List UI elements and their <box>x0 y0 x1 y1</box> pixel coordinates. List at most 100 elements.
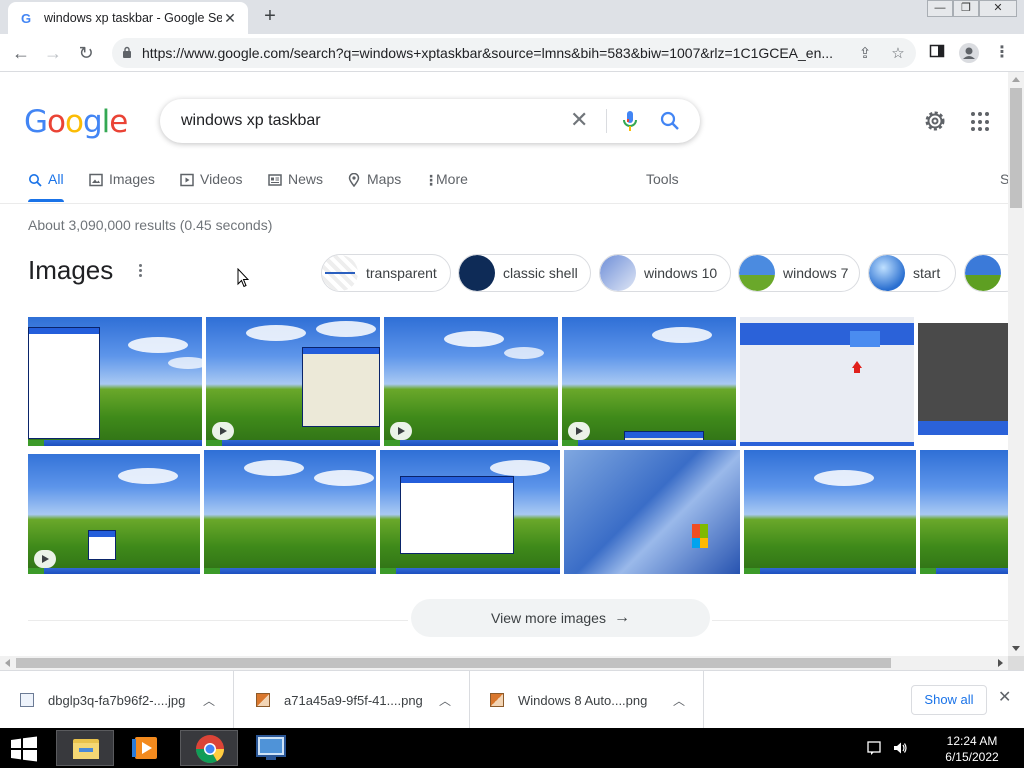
search-icon[interactable] <box>660 111 680 131</box>
video-result[interactable] <box>28 450 200 574</box>
tab-all[interactable]: All <box>28 171 64 201</box>
tab-more[interactable]: ⋮ More <box>424 171 468 201</box>
image-result[interactable] <box>28 317 202 446</box>
google-favicon-icon: G <box>20 10 32 26</box>
chip-label: start <box>913 265 941 281</box>
media-player-taskbar-icon[interactable] <box>118 730 176 766</box>
chip-windows-10[interactable]: windows 10 <box>599 254 731 292</box>
tab-label: Images <box>109 171 155 187</box>
side-panel-icon[interactable] <box>927 43 947 63</box>
download-filename: Windows 8 Auto....png <box>518 692 648 708</box>
tab-title: windows xp taskbar - Google Sea <box>44 11 222 25</box>
profile-avatar-icon[interactable] <box>959 43 979 63</box>
file-explorer-taskbar-icon[interactable] <box>56 730 114 766</box>
tab-close-icon[interactable]: ✕ <box>222 10 238 26</box>
image-result[interactable] <box>918 317 1008 446</box>
image-file-icon <box>20 693 34 707</box>
minimize-button[interactable]: — <box>927 0 953 17</box>
chip-thumbnail <box>600 255 636 291</box>
close-downloads-icon[interactable]: ✕ <box>998 690 1011 706</box>
video-result[interactable] <box>206 317 380 446</box>
reload-icon[interactable]: ↻ <box>75 42 97 64</box>
back-arrow-icon[interactable]: ← <box>10 42 32 64</box>
tools-label: Tools <box>646 171 679 187</box>
tab-label: Videos <box>200 171 243 187</box>
tab-label: More <box>436 171 468 187</box>
image-result[interactable] <box>204 450 376 574</box>
show-all-downloads-button[interactable]: Show all <box>911 685 987 715</box>
chip-start[interactable]: start <box>868 254 956 292</box>
vertical-scrollbar[interactable] <box>1008 72 1024 656</box>
tab-images[interactable]: Images <box>89 171 155 201</box>
mouse-cursor-icon <box>237 268 249 288</box>
download-item[interactable]: Windows 8 Auto....png ︿ <box>470 671 704 729</box>
download-filename: a71a45a9-9f5f-41....png <box>284 692 423 708</box>
maximize-button[interactable]: ❐ <box>953 0 979 17</box>
windows-start-icon[interactable] <box>10 736 38 762</box>
image-result[interactable] <box>740 317 914 446</box>
download-item[interactable]: dbglp3q-fa7b96f2-....jpg ︿ <box>0 671 234 729</box>
google-logo[interactable]: Google <box>24 104 128 140</box>
safesearch-button[interactable]: S <box>1000 171 1008 201</box>
tab-maps[interactable]: Maps <box>347 171 401 201</box>
new-tab-button[interactable]: + <box>258 6 282 28</box>
chip-transparent[interactable]: transparent <box>321 254 451 292</box>
download-item[interactable]: a71a45a9-9f5f-41....png ︿ <box>236 671 470 729</box>
tab-label: News <box>288 171 324 187</box>
google-apps-icon[interactable] <box>971 112 991 132</box>
safesearch-label: S <box>1000 171 1008 187</box>
chip-thumbnail <box>739 255 775 291</box>
result-stats: About 3,090,000 results (0.45 seconds) <box>28 217 273 233</box>
downloads-bar: dbglp3q-fa7b96f2-....jpg ︿ a71a45a9-9f5f… <box>0 670 1024 729</box>
image-icon <box>89 173 103 187</box>
share-icon[interactable]: ⇪ <box>856 45 874 63</box>
horizontal-scrollbar[interactable] <box>0 656 1008 670</box>
chip-label: windows 10 <box>644 265 718 281</box>
window-close-button[interactable]: ✕ <box>979 0 1017 17</box>
search-input[interactable]: windows xp taskbar <box>181 112 321 130</box>
bookmark-star-icon[interactable]: ☆ <box>889 45 907 63</box>
chip-label: classic shell <box>503 265 578 281</box>
more-vert-icon: ⋮ <box>424 172 438 188</box>
address-bar[interactable]: https://www.google.com/search?q=windows+… <box>112 38 916 68</box>
image-result[interactable] <box>380 450 560 574</box>
image-result[interactable] <box>564 450 740 574</box>
png-file-icon <box>256 693 270 707</box>
chip-label: windows 7 <box>783 265 849 281</box>
view-more-images-button[interactable]: View more images → <box>411 599 710 637</box>
url-text[interactable]: https://www.google.com/search?q=windows+… <box>142 45 842 61</box>
browser-tab[interactable]: G windows xp taskbar - Google Sea ✕ <box>8 2 248 34</box>
chevron-up-icon[interactable]: ︿ <box>433 692 457 709</box>
chevron-up-icon[interactable]: ︿ <box>197 692 221 709</box>
clear-search-icon[interactable]: ✕ <box>570 109 588 131</box>
video-result[interactable] <box>562 317 736 446</box>
search-box[interactable]: windows xp taskbar ✕ <box>160 99 700 143</box>
forward-arrow-icon[interactable]: → <box>42 42 64 64</box>
play-icon <box>390 422 412 440</box>
chip-classic-shell[interactable]: classic shell <box>458 254 591 292</box>
chip-thumbnail <box>459 255 495 291</box>
search-results-page: Google windows xp taskbar ✕ All Images V… <box>0 72 1008 656</box>
settings-gear-icon[interactable] <box>922 108 948 134</box>
tab-news[interactable]: News <box>268 171 323 201</box>
system-clock[interactable]: 12:24 AM 6/15/2022 <box>930 733 1014 765</box>
chrome-taskbar-icon[interactable] <box>180 730 238 766</box>
images-menu-icon[interactable] <box>138 264 144 280</box>
volume-icon[interactable] <box>892 740 908 756</box>
chip-thumbnail <box>965 255 1001 291</box>
image-result[interactable] <box>920 450 1008 574</box>
action-center-icon[interactable] <box>866 740 882 756</box>
scrollbar-corner <box>1008 656 1024 670</box>
play-icon <box>568 422 590 440</box>
tools-button[interactable]: Tools <box>646 171 679 201</box>
chip-more[interactable] <box>964 254 1008 292</box>
chevron-up-icon[interactable]: ︿ <box>667 692 691 709</box>
video-result[interactable] <box>384 317 558 446</box>
browser-menu-icon[interactable]: ⋮ <box>992 43 1012 63</box>
remote-desktop-taskbar-icon[interactable] <box>242 730 300 766</box>
chip-windows-7[interactable]: windows 7 <box>738 254 860 292</box>
image-result[interactable] <box>744 450 916 574</box>
tab-videos[interactable]: Videos <box>180 171 243 201</box>
microphone-icon[interactable] <box>622 110 638 132</box>
png-file-icon <box>490 693 504 707</box>
